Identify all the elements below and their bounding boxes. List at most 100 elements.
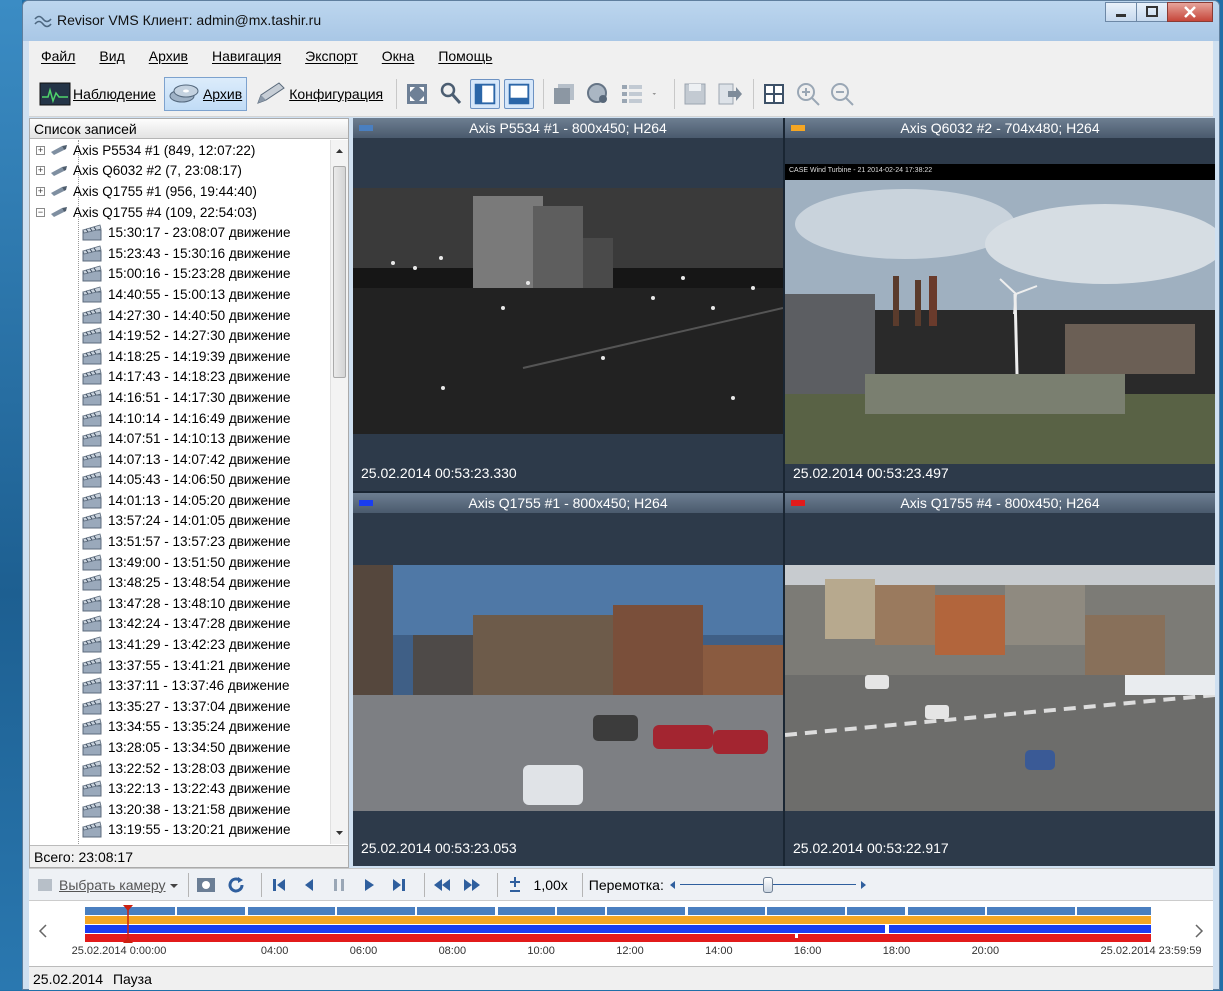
- record-item[interactable]: 13:37:55 - 13:41:21 движение: [30, 655, 330, 676]
- list-view-icon[interactable]: [617, 79, 647, 109]
- record-item[interactable]: 13:22:52 - 13:28:03 движение: [30, 758, 330, 779]
- minimize-button[interactable]: [1105, 2, 1137, 22]
- refresh-icon[interactable]: [225, 874, 247, 896]
- record-item[interactable]: 13:41:29 - 13:42:23 движение: [30, 634, 330, 655]
- grid-layout-icon[interactable]: [759, 79, 789, 109]
- video-view-2[interactable]: Axis Q6032 #2 - 704x480; H264 CASE Wind …: [785, 118, 1215, 491]
- record-item[interactable]: 13:48:25 - 13:48:54 движение: [30, 572, 330, 593]
- export-icon[interactable]: [714, 79, 744, 109]
- scrollbar-thumb[interactable]: [333, 166, 346, 378]
- select-camera-dropdown[interactable]: Выбрать камеру: [59, 877, 166, 893]
- pause-icon[interactable]: [328, 874, 350, 896]
- video-timestamp: 25.02.2014 00:53:23.330: [361, 465, 517, 481]
- record-item[interactable]: 14:27:30 - 14:40:50 движение: [30, 305, 330, 326]
- camera-node[interactable]: + Axis Q1755 #1 (956, 19:44:40): [30, 181, 330, 202]
- rewind-slider[interactable]: [668, 875, 868, 895]
- camera-node[interactable]: + Axis P5534 #1 (849, 12:07:22): [30, 140, 330, 161]
- expand-icon[interactable]: +: [36, 166, 45, 176]
- record-item[interactable]: 14:17:43 - 14:18:23 движение: [30, 367, 330, 388]
- video-view-3[interactable]: Axis Q1755 #1 - 800x450; H264 25.02.2014…: [353, 493, 783, 866]
- record-item[interactable]: 14:19:52 - 14:27:30 движение: [30, 325, 330, 346]
- scroll-up-icon[interactable]: [331, 142, 348, 160]
- observe-mode-button[interactable]: Наблюдение: [35, 77, 160, 111]
- expand-icon[interactable]: +: [36, 186, 45, 196]
- record-item[interactable]: 15:30:17 - 23:08:07 движение: [30, 222, 330, 243]
- copy-frame-icon[interactable]: [549, 79, 579, 109]
- record-item[interactable]: 14:05:43 - 14:06:50 движение: [30, 470, 330, 491]
- record-item[interactable]: 14:01:13 - 14:05:20 движение: [30, 490, 330, 511]
- controls-separator: [581, 872, 583, 897]
- record-item[interactable]: 13:51:57 - 13:57:23 движение: [30, 531, 330, 552]
- camera-node[interactable]: − Axis Q1755 #4 (109, 22:54:03): [30, 202, 330, 223]
- play-icon[interactable]: [358, 874, 380, 896]
- record-item[interactable]: 15:00:16 - 15:23:28 движение: [30, 264, 330, 285]
- zoom-in-icon[interactable]: [793, 79, 823, 109]
- record-item[interactable]: 14:18:25 - 14:19:39 движение: [30, 346, 330, 367]
- snapshot-icon[interactable]: [195, 874, 217, 896]
- menu-archive[interactable]: Архив: [149, 48, 188, 64]
- menu-windows[interactable]: Окна: [382, 48, 415, 64]
- chevron-down-icon[interactable]: [651, 79, 665, 109]
- camera-node[interactable]: + Axis Q6032 #2 (7, 23:08:17): [30, 161, 330, 182]
- record-item[interactable]: 13:19:55 - 13:20:21 движение: [30, 820, 330, 841]
- timeline-left-arrow-icon[interactable]: [37, 921, 49, 941]
- record-item[interactable]: 14:07:51 - 14:10:13 движение: [30, 428, 330, 449]
- timeline-tracks[interactable]: [85, 905, 1151, 943]
- record-item[interactable]: 13:35:27 - 13:37:04 движение: [30, 696, 330, 717]
- menu-help[interactable]: Помощь: [438, 48, 492, 64]
- timeline-tick-label: 10:00: [527, 945, 555, 957]
- step-back-icon[interactable]: [298, 874, 320, 896]
- scroll-down-icon[interactable]: [331, 824, 348, 842]
- skip-to-end-icon[interactable]: [388, 874, 410, 896]
- record-item[interactable]: 13:20:38 - 13:21:58 движение: [30, 799, 330, 820]
- collapse-icon[interactable]: −: [36, 207, 45, 217]
- title-bar[interactable]: Revisor VMS Клиент: admin@mx.tashir.ru: [23, 1, 1219, 41]
- layout-single-icon[interactable]: [470, 78, 501, 109]
- archive-timeline[interactable]: 25.02.2014 0:00:00 04:00 06:00 08:00 10:00 1…: [29, 900, 1213, 966]
- camera-search-icon[interactable]: [583, 79, 613, 109]
- maximize-button[interactable]: [1136, 2, 1168, 22]
- skip-to-start-icon[interactable]: [268, 874, 290, 896]
- zoom-out-icon[interactable]: [827, 79, 857, 109]
- timeline-right-arrow-icon[interactable]: [1193, 921, 1205, 941]
- fast-forward-icon[interactable]: [461, 874, 483, 896]
- config-mode-button[interactable]: Конфигурация: [251, 77, 387, 111]
- record-item[interactable]: 13:42:24 - 13:47:28 движение: [30, 614, 330, 635]
- record-item[interactable]: 13:37:11 - 13:37:46 движение: [30, 675, 330, 696]
- record-item[interactable]: 15:23:43 - 15:30:16 движение: [30, 243, 330, 264]
- search-icon[interactable]: [436, 79, 466, 109]
- record-item[interactable]: 13:22:13 - 13:22:43 движение: [30, 778, 330, 799]
- record-label: 14:16:51 - 14:17:30 движение: [108, 389, 291, 405]
- save-icon[interactable]: [680, 79, 710, 109]
- playback-speed[interactable]: 1,00x: [534, 877, 568, 893]
- rewind-icon[interactable]: [431, 874, 453, 896]
- camera-select-icon[interactable]: [35, 875, 55, 895]
- chevron-down-icon[interactable]: [166, 875, 182, 895]
- layout-bottom-icon[interactable]: [504, 78, 535, 109]
- record-item[interactable]: 13:49:00 - 13:51:50 движение: [30, 552, 330, 573]
- record-item[interactable]: 13:34:55 - 13:35:24 движение: [30, 717, 330, 738]
- records-scrollbar[interactable]: [330, 140, 348, 844]
- clapperboard-icon: [82, 780, 102, 797]
- record-item[interactable]: 14:40:55 - 15:00:13 движение: [30, 284, 330, 305]
- menu-export[interactable]: Экспорт: [305, 48, 358, 64]
- close-button[interactable]: [1167, 2, 1213, 22]
- record-item[interactable]: 13:28:05 - 13:34:50 движение: [30, 737, 330, 758]
- menu-file[interactable]: Файл: [41, 48, 75, 64]
- menu-view[interactable]: Вид: [99, 48, 124, 64]
- record-item[interactable]: 13:47:28 - 13:48:10 движение: [30, 593, 330, 614]
- record-item[interactable]: 13:57:24 - 14:01:05 движение: [30, 511, 330, 532]
- slider-thumb[interactable]: [762, 876, 773, 893]
- archive-mode-button[interactable]: Архив: [163, 76, 248, 111]
- clapperboard-icon: [82, 533, 102, 550]
- fullscreen-icon[interactable]: [402, 79, 432, 109]
- record-item[interactable]: 14:10:14 - 14:16:49 движение: [30, 408, 330, 429]
- menu-navigation[interactable]: Навигация: [212, 48, 281, 64]
- video-view-4[interactable]: Axis Q1755 #4 - 800x450; H264 25.02.2014…: [785, 493, 1215, 866]
- expand-icon[interactable]: +: [36, 145, 45, 155]
- video-view-1[interactable]: Axis P5534 #1 - 800x450; H264 25.02.2014…: [353, 118, 783, 491]
- record-item[interactable]: 14:07:13 - 14:07:42 движение: [30, 449, 330, 470]
- record-item[interactable]: 14:16:51 - 14:17:30 движение: [30, 387, 330, 408]
- clapperboard-icon: [82, 492, 102, 509]
- speed-plus-minus-icon[interactable]: [504, 874, 526, 896]
